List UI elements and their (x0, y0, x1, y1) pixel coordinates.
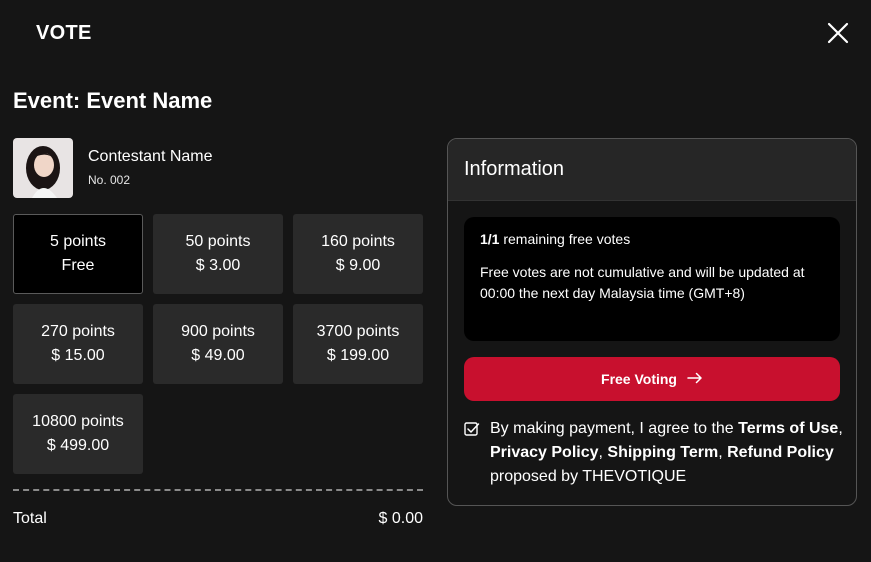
free-voting-button[interactable]: Free Voting (464, 357, 840, 401)
arrow-right-icon (687, 371, 703, 387)
total-label: Total (13, 510, 47, 527)
agreement-prefix: By making payment, I agree to the (490, 420, 739, 437)
package-price: $ 9.00 (335, 257, 381, 274)
package-option[interactable]: 160 points $ 9.00 (293, 214, 423, 294)
package-price: Free (61, 257, 95, 274)
package-option[interactable]: 50 points $ 3.00 (153, 214, 283, 294)
package-option[interactable]: 3700 points $ 199.00 (293, 304, 423, 384)
remaining-free-votes: 1/1 remaining free votes (480, 230, 824, 248)
information-title: Information (448, 139, 856, 201)
remaining-count: 1/1 (480, 231, 500, 247)
total-value: $ 0.00 (378, 510, 423, 527)
contestant-name: Contestant Name (88, 148, 213, 165)
package-price: $ 49.00 (191, 347, 245, 364)
package-points: 50 points (185, 233, 251, 250)
terms-of-use-link[interactable]: Terms of Use (738, 420, 838, 437)
free-voting-label: Free Voting (601, 371, 677, 387)
package-points: 900 points (181, 323, 255, 340)
payment-agreement: By making payment, I agree to the Terms … (464, 417, 844, 489)
free-votes-note: Free votes are not cumulative and will b… (480, 264, 805, 301)
shipping-term-link[interactable]: Shipping Term (607, 444, 718, 461)
vote-packages: 5 points Free 50 points $ 3.00 160 point… (13, 214, 423, 474)
divider (13, 489, 423, 491)
package-option[interactable]: 270 points $ 15.00 (13, 304, 143, 384)
agreement-text: By making payment, I agree to the Terms … (464, 417, 844, 489)
package-option[interactable]: 10800 points $ 499.00 (13, 394, 143, 474)
refund-policy-link[interactable]: Refund Policy (727, 444, 834, 461)
event-title: Event: Event Name (13, 88, 213, 113)
package-price: $ 499.00 (46, 437, 110, 454)
package-points: 270 points (41, 323, 115, 340)
package-price: $ 15.00 (51, 347, 105, 364)
free-votes-box: 1/1 remaining free votes Free votes are … (464, 217, 840, 341)
contestant-card: Contestant Name No. 002 (13, 138, 413, 198)
close-icon[interactable] (826, 21, 850, 45)
separator: , (838, 420, 843, 437)
package-points: 5 points (49, 233, 107, 250)
checkbox-checked-icon[interactable] (464, 421, 480, 437)
privacy-policy-link[interactable]: Privacy Policy (490, 444, 599, 461)
separator: , (718, 444, 728, 461)
package-price: $ 3.00 (195, 257, 241, 274)
package-points: 3700 points (316, 323, 400, 340)
package-points: 160 points (321, 233, 395, 250)
information-panel: Information 1/1 remaining free votes Fre… (447, 138, 857, 506)
package-option[interactable]: 5 points Free (13, 214, 143, 294)
agreement-suffix: proposed by THEVOTIQUE (490, 468, 687, 485)
package-points: 10800 points (32, 413, 124, 430)
contestant-number: No. 002 (88, 173, 131, 187)
remaining-text: remaining free votes (499, 231, 631, 247)
avatar (13, 138, 73, 198)
package-option[interactable]: 900 points $ 49.00 (153, 304, 283, 384)
modal-title: VOTE (36, 22, 92, 44)
package-price: $ 199.00 (326, 347, 390, 364)
